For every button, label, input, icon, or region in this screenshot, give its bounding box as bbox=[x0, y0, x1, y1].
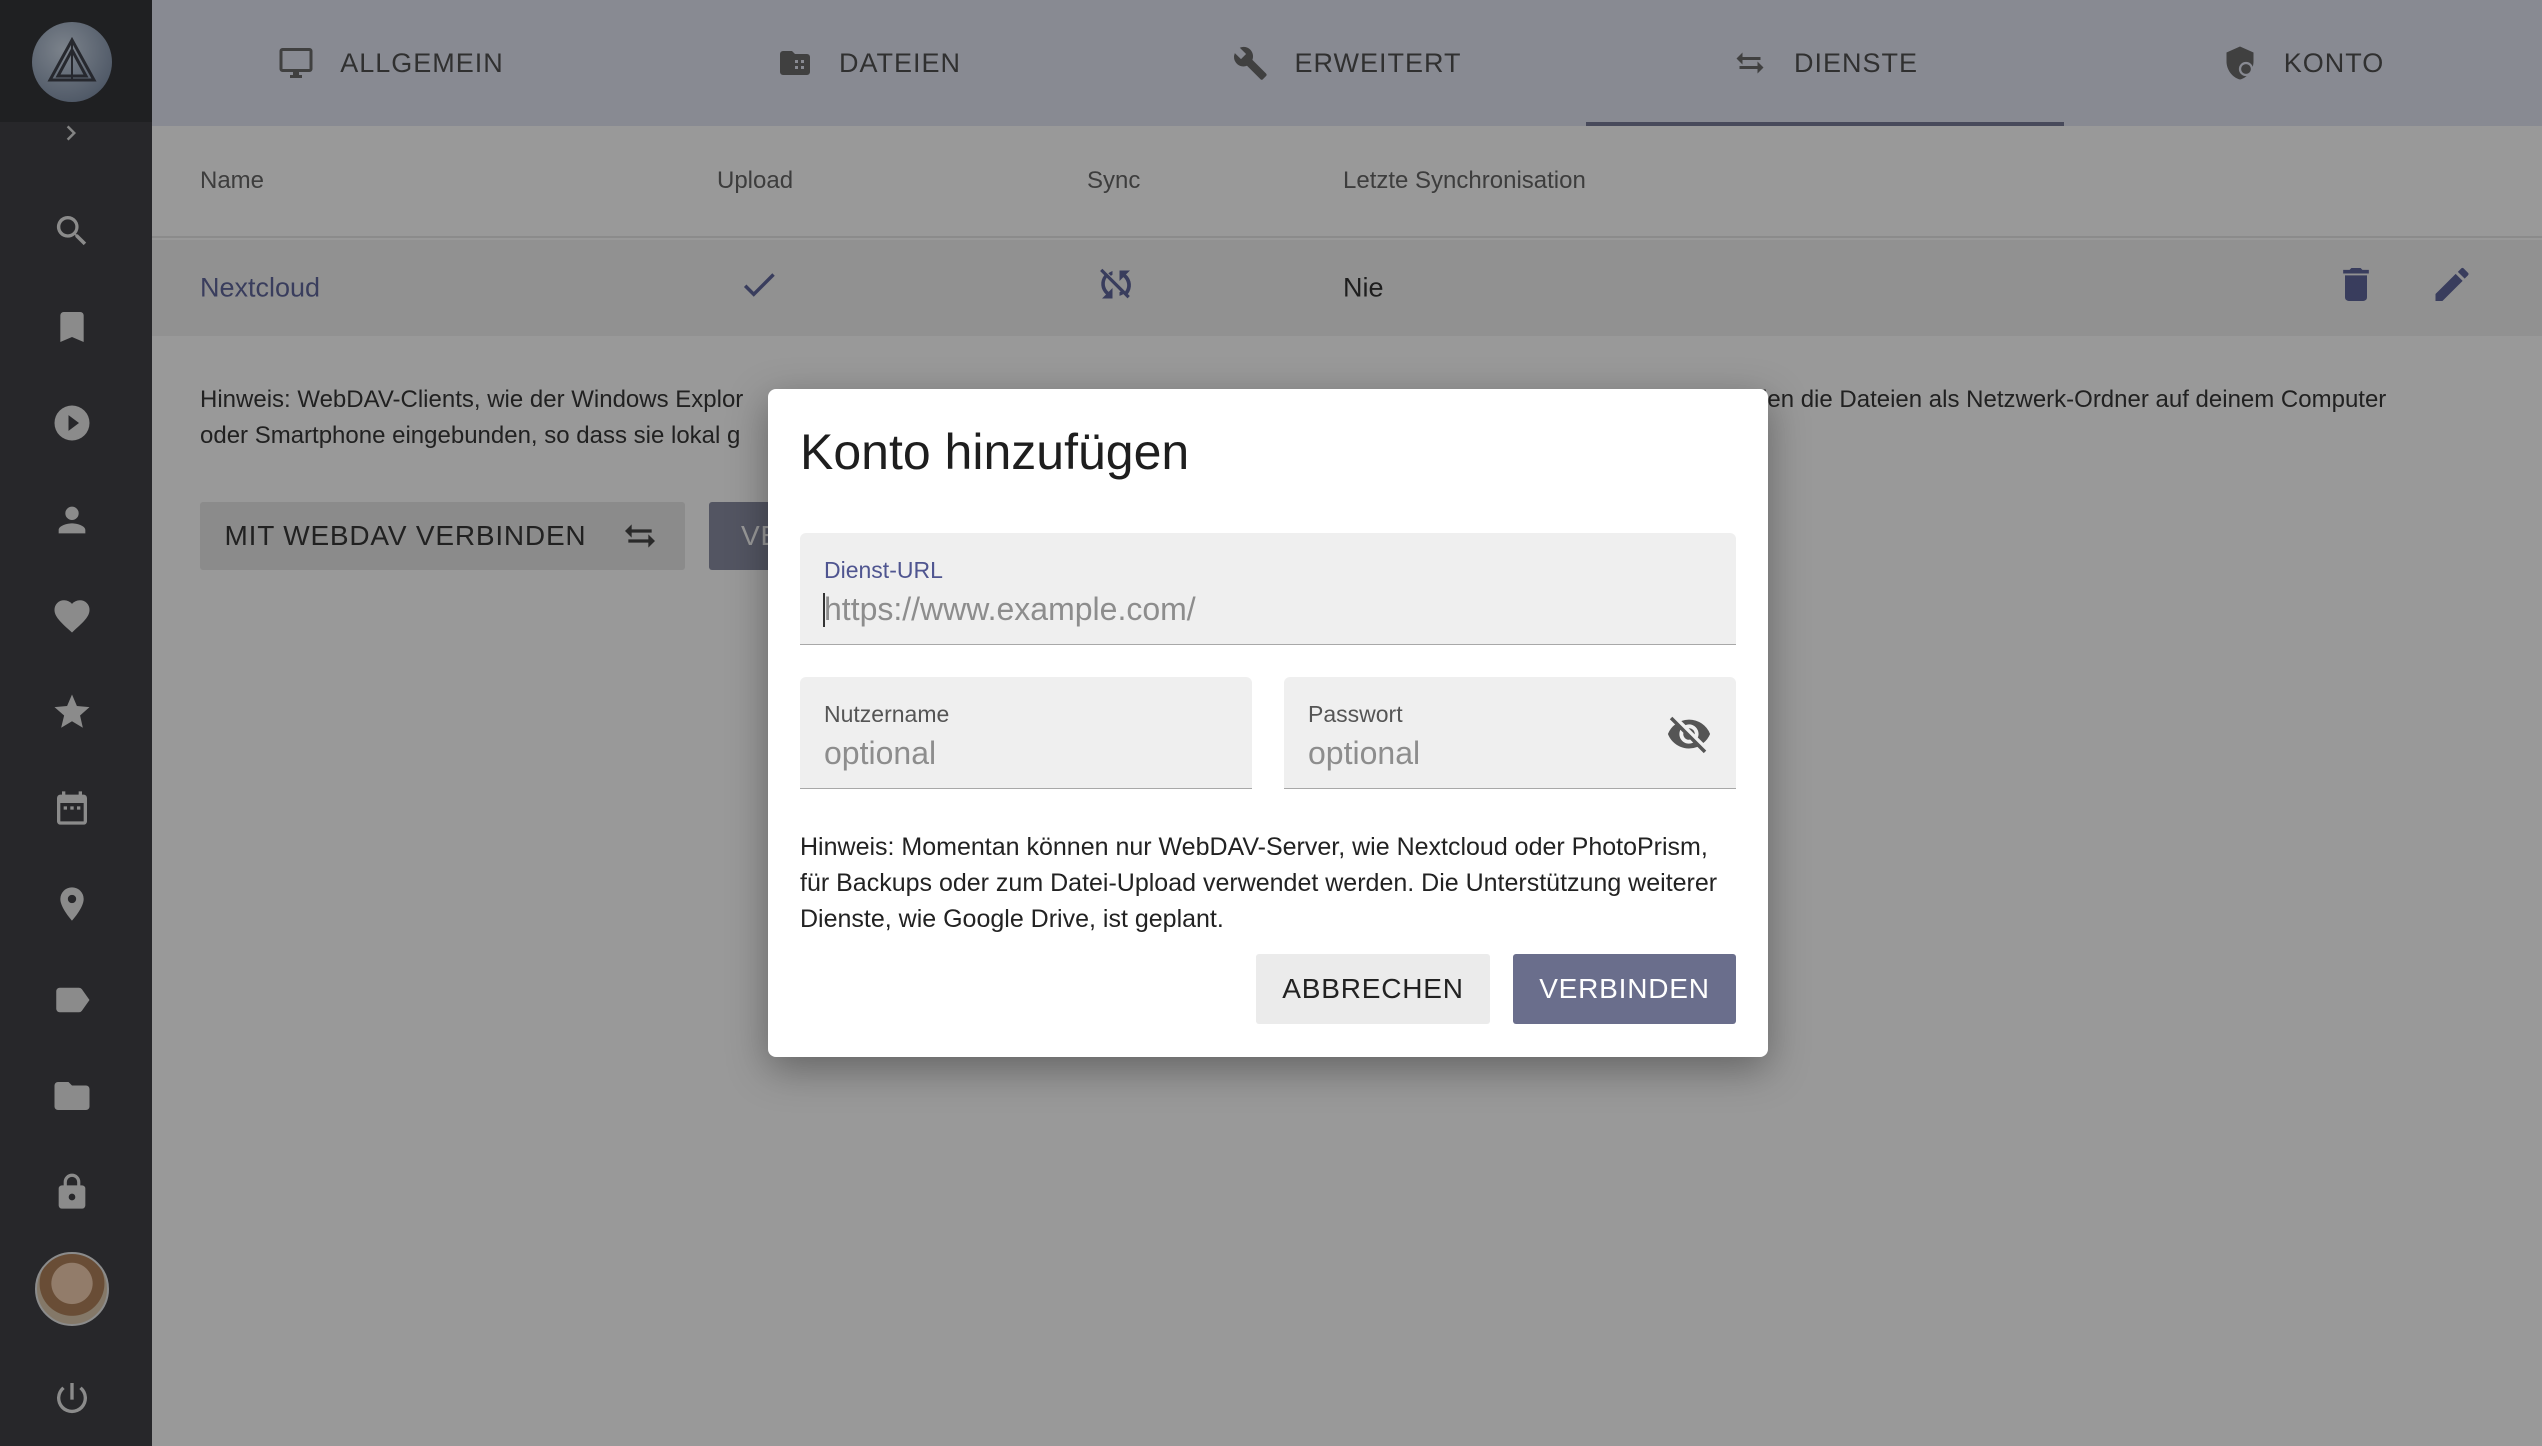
eye-off-icon[interactable] bbox=[1666, 711, 1712, 762]
username-field[interactable]: Nutzername optional bbox=[800, 677, 1252, 789]
username-label: Nutzername bbox=[824, 701, 950, 727]
service-url-field[interactable]: Dienst-URL https://www.example.com/ bbox=[800, 533, 1736, 645]
cancel-button[interactable]: ABBRECHEN bbox=[1256, 954, 1490, 1024]
service-url-label: Dienst-URL bbox=[824, 557, 943, 583]
password-input[interactable]: optional bbox=[1308, 735, 1420, 772]
password-label: Passwort bbox=[1308, 701, 1403, 727]
dialog-hint: Hinweis: Momentan können nur WebDAV-Serv… bbox=[800, 833, 1718, 933]
password-field[interactable]: Passwort optional bbox=[1284, 677, 1736, 789]
dialog-title: Konto hinzufügen bbox=[800, 424, 1190, 480]
service-url-input[interactable]: https://www.example.com/ bbox=[824, 591, 1196, 628]
add-account-dialog: Konto hinzufügen Dienst-URL https://www.… bbox=[768, 389, 1768, 1057]
connect-button[interactable]: VERBINDEN bbox=[1513, 954, 1736, 1024]
username-input[interactable]: optional bbox=[824, 735, 936, 772]
